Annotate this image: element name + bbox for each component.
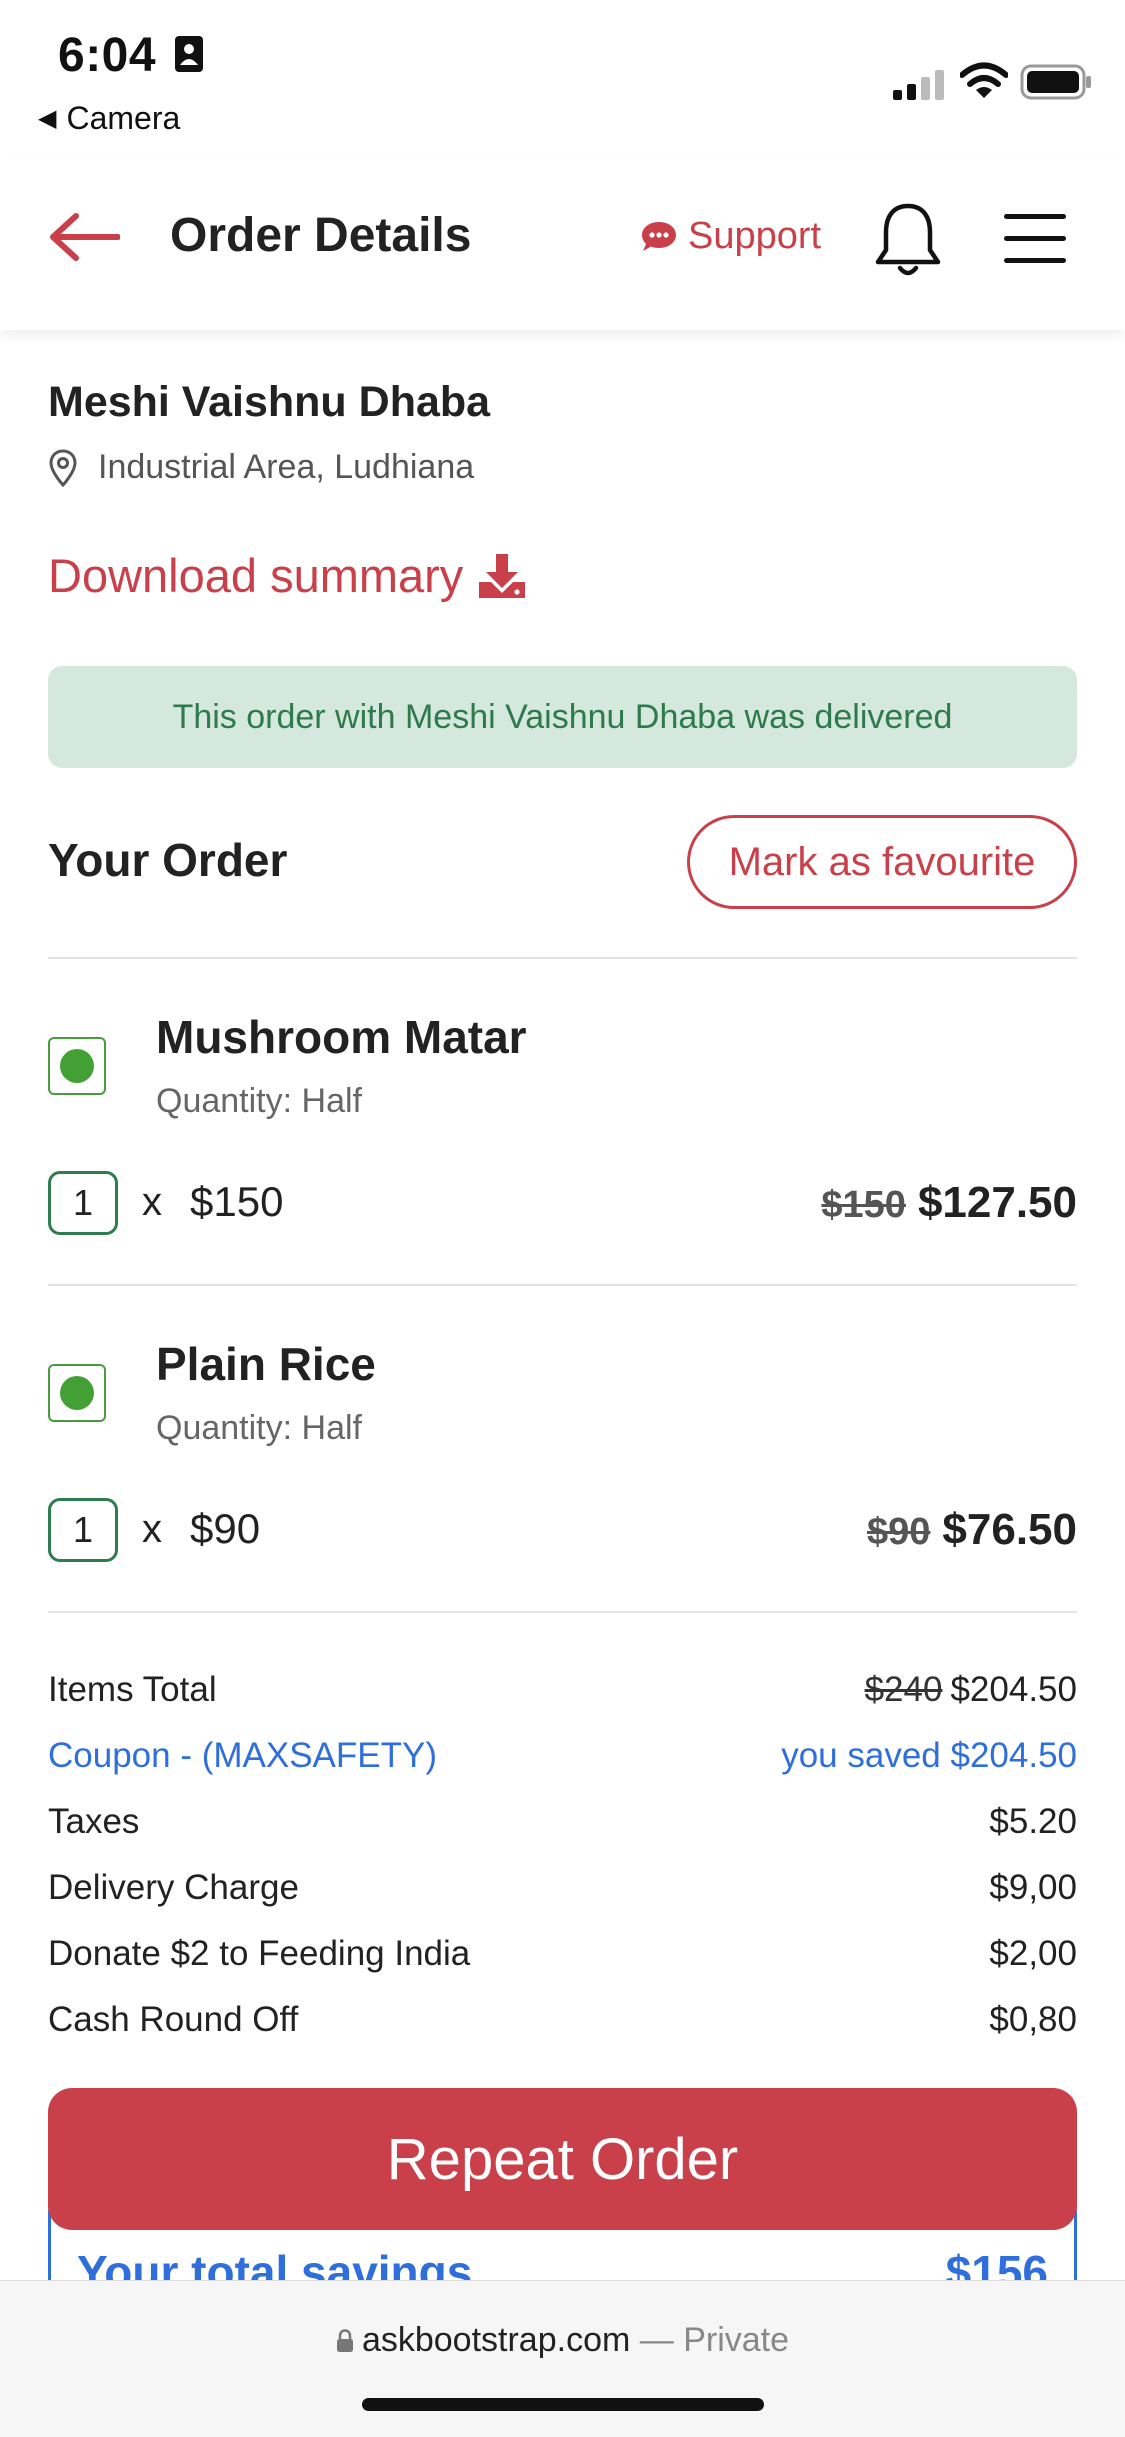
items-total-value: $204.50	[950, 1670, 1077, 1709]
bell-icon[interactable]	[872, 200, 944, 280]
items-total-row: Items Total $240 $204.50	[48, 1670, 1077, 1709]
restaurant-name: Meshi Vaishnu Dhaba	[48, 378, 491, 426]
mark-favourite-button[interactable]: Mark as favourite	[687, 815, 1077, 909]
url-bar[interactable]: askbootstrap.com — Private	[0, 2321, 1125, 2360]
delivery-charge-row: Delivery Charge $9,00	[48, 1868, 1077, 1907]
item-final-price: $76.50	[942, 1505, 1077, 1554]
back-to-app-link[interactable]: ◀ Camera	[38, 100, 180, 137]
home-indicator[interactable]	[362, 2398, 764, 2411]
veg-indicator-icon	[48, 1037, 106, 1095]
lock-icon	[336, 2329, 353, 2352]
back-triangle-icon: ◀	[38, 105, 57, 132]
back-arrow-icon[interactable]	[48, 212, 120, 262]
item-quantity: Quantity: Half	[156, 1409, 362, 1447]
support-link[interactable]: Support	[640, 215, 821, 258]
multiply-sign: x	[142, 1507, 162, 1551]
item-quantity: Quantity: Half	[156, 1082, 362, 1120]
item-unit-price: $90	[190, 1505, 261, 1552]
item-price: $150 $127.50	[821, 1178, 1077, 1228]
item-old-price: $90	[867, 1511, 931, 1553]
repeat-order-button[interactable]: Repeat Order	[48, 2088, 1077, 2230]
url-text: askbootstrap.com	[361, 2321, 631, 2359]
app-header	[0, 160, 1125, 330]
location-pin-icon	[49, 448, 77, 487]
veg-indicator-icon	[48, 1364, 106, 1422]
delivered-alert: This order with Meshi Vaishnu Dhaba was …	[48, 666, 1077, 768]
divider	[48, 1611, 1077, 1613]
wifi-icon	[960, 62, 1008, 98]
item-unit-price: $150	[190, 1178, 284, 1225]
restaurant-address: Industrial Area, Ludhiana	[48, 448, 474, 487]
cash-round-off-row: Cash Round Off $0,80	[48, 2000, 1077, 2039]
private-mode-label: — Private	[639, 2321, 790, 2359]
download-summary-link[interactable]: Download summary	[48, 548, 527, 603]
status-time: 6:04	[58, 28, 204, 83]
page-title: Order Details	[170, 209, 472, 262]
menu-icon[interactable]	[1004, 212, 1066, 266]
signal-icon	[893, 70, 944, 100]
item-count: 1	[48, 1171, 118, 1235]
your-order-heading: Your Order	[48, 834, 288, 886]
download-icon	[479, 553, 526, 598]
taxes-row: Taxes $5.20	[48, 1802, 1077, 1841]
battery-icon	[1020, 64, 1091, 100]
items-total-old: $240	[864, 1670, 943, 1709]
item-old-price: $150	[821, 1184, 906, 1226]
multiply-sign: x	[142, 1180, 162, 1224]
donation-row: Donate $2 to Feeding India $2,00	[48, 1934, 1077, 1973]
contact-card-icon	[174, 36, 203, 72]
item-name: Mushroom Matar	[156, 1011, 527, 1063]
item-name: Plain Rice	[156, 1338, 376, 1390]
divider	[48, 957, 1077, 959]
chat-bubble-icon	[642, 221, 676, 251]
item-final-price: $127.50	[917, 1178, 1077, 1227]
item-count: 1	[48, 1498, 118, 1562]
coupon-row: Coupon - (MAXSAFETY) you saved $204.50	[48, 1736, 1077, 1775]
divider	[48, 1284, 1077, 1286]
item-price: $90 $76.50	[867, 1505, 1077, 1555]
